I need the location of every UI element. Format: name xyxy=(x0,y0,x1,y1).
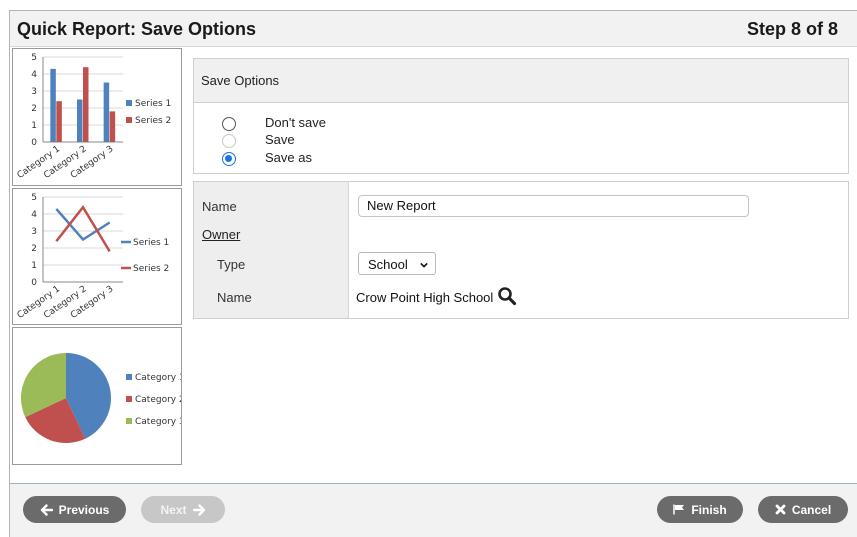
report-details-form: Name Owner Type Name New Report School C… xyxy=(193,181,849,319)
save-options-panel: Save Options Don't save Save Save as xyxy=(193,58,849,174)
y-tick-label: 3 xyxy=(31,227,37,237)
dialog-footer: Previous Next Finish Cancel xyxy=(10,483,857,537)
pie-chart-thumbnail[interactable]: Category 1 Category 2 Category 3 xyxy=(12,327,182,465)
type-label: Type xyxy=(217,257,246,272)
bar xyxy=(50,68,56,142)
bar xyxy=(103,82,110,142)
save-options-heading: Save Options xyxy=(201,73,280,88)
legend-label: Series 1 xyxy=(135,99,171,109)
legend-swatch xyxy=(126,100,132,106)
dont-save-radio[interactable] xyxy=(222,117,236,131)
previous-label: Previous xyxy=(58,502,110,517)
owner-name-value: Crow Point High School xyxy=(356,290,494,305)
quick-report-dialog: Quick Report: Save Options Step 8 of 8 5… xyxy=(9,10,857,537)
y-tick-label: 4 xyxy=(31,210,37,220)
chevron-down-icon xyxy=(420,262,428,268)
close-icon xyxy=(775,504,786,515)
previous-button[interactable]: Previous xyxy=(23,496,126,523)
y-tick-label: 1 xyxy=(31,261,37,271)
bar xyxy=(56,101,62,142)
bar xyxy=(77,99,83,142)
bar-chart: 543210Category 1Category 2Category 3Seri… xyxy=(16,53,172,181)
owner-name-label: Name xyxy=(217,290,252,305)
arrow-right-icon xyxy=(192,503,205,516)
owner-type-value: School xyxy=(368,257,408,272)
owner-label: Owner xyxy=(202,227,241,242)
next-label: Next xyxy=(160,502,187,517)
pie-chart: Category 1 Category 2 Category 3 xyxy=(21,353,181,443)
legend-swatch xyxy=(126,117,132,123)
save-radio xyxy=(222,134,236,148)
step-indicator: Step 8 of 8 xyxy=(746,19,838,39)
legend-label: Series 1 xyxy=(133,238,169,248)
dont-save-label: Don't save xyxy=(265,115,327,130)
y-tick-label: 5 xyxy=(31,193,37,203)
y-tick-label: 2 xyxy=(31,244,37,254)
legend-label: Category 1 xyxy=(135,373,181,383)
dialog-title: Quick Report: Save Options xyxy=(17,19,257,39)
bar xyxy=(109,111,116,142)
arrow-left-icon xyxy=(40,503,53,516)
dialog-titlebar: Quick Report: Save Options Step 8 of 8 xyxy=(10,11,857,47)
save-as-label: Save as xyxy=(265,150,312,165)
y-tick-label: 5 xyxy=(31,53,37,63)
line-chart: 543210Category 1Category 2Category 3Seri… xyxy=(16,193,170,321)
legend-label: Series 2 xyxy=(133,264,169,274)
cancel-label: Cancel xyxy=(791,502,832,517)
finish-label: Finish xyxy=(691,502,727,517)
name-label: Name xyxy=(202,199,237,214)
y-tick-label: 3 xyxy=(31,87,37,97)
y-tick-label: 1 xyxy=(31,121,37,131)
legend-label: Category 3 xyxy=(135,417,181,427)
bar-chart-thumbnail[interactable]: 5 4 3 2 1 0 Category 1 Category 2 Category 3 Seri… xyxy=(12,48,182,186)
save-label: Save xyxy=(265,132,295,147)
legend-swatch xyxy=(126,418,132,424)
search-icon[interactable] xyxy=(497,286,517,306)
y-tick-label: 4 xyxy=(31,70,37,80)
line-chart-thumbnail[interactable]: 5 4 3 2 1 0 Category 1 Category 2 Category 3 Seri… xyxy=(12,188,182,325)
report-name-input[interactable]: New Report xyxy=(358,195,749,217)
chart-thumbnails-panel: 5 4 3 2 1 0 Category 1 Category 2 Category 3 Seri… xyxy=(12,48,182,465)
form-labels-column: Name Owner Type Name xyxy=(194,182,349,318)
owner-type-select[interactable]: School xyxy=(358,252,436,275)
next-button: Next xyxy=(141,496,225,523)
cancel-button[interactable]: Cancel xyxy=(758,496,848,523)
legend-label: Category 2 xyxy=(135,395,181,405)
y-tick-label: 2 xyxy=(31,104,37,114)
finish-button[interactable]: Finish xyxy=(657,496,743,523)
series-line xyxy=(55,208,111,242)
legend-swatch xyxy=(126,374,132,380)
bar xyxy=(83,67,89,142)
y-tick-label: 0 xyxy=(31,138,37,148)
y-tick-label: 0 xyxy=(31,278,37,288)
save-as-radio[interactable] xyxy=(222,152,236,166)
legend-swatch xyxy=(126,396,132,402)
legend-label: Series 2 xyxy=(135,116,171,126)
save-options-header: Save Options xyxy=(194,59,848,103)
flag-icon xyxy=(673,504,685,515)
